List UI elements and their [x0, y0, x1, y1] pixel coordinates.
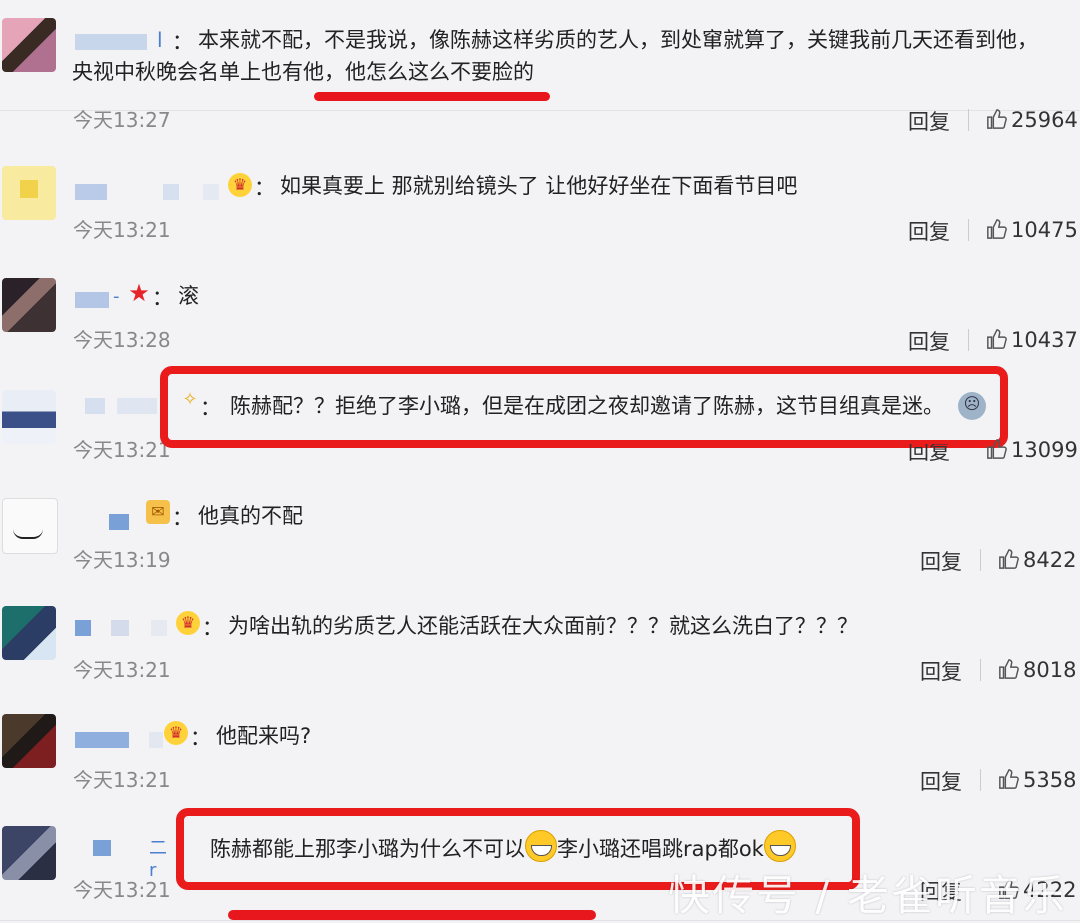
comment-text: 他配来吗?	[216, 724, 312, 748]
avatar[interactable]	[2, 498, 58, 554]
highlight-underline	[314, 92, 550, 101]
crown-badge-icon: ✉	[146, 500, 170, 524]
avatar[interactable]	[2, 390, 56, 444]
comment-time: 今天13:21	[73, 878, 171, 902]
like-button[interactable]: 10437	[986, 328, 1078, 352]
thumbs-up-icon	[987, 329, 1007, 349]
comment-time: 今天13:19	[73, 548, 171, 572]
divider	[968, 109, 969, 131]
avatar[interactable]	[2, 278, 56, 332]
comment-row: ♛ ： 为啥出轨的劣质艺人还能活跃在大众面前？？？就这么洗白了？？？ 今天13:…	[0, 590, 1080, 701]
avatar[interactable]	[2, 714, 56, 768]
username[interactable]	[75, 178, 219, 200]
comment-time: 今天13:21	[73, 768, 171, 792]
like-count: 13099	[1011, 438, 1078, 462]
like-count: 25964	[1011, 108, 1078, 132]
comment-text: 为啥出轨的劣质艺人还能活跃在大众面前？？？就这么洗白了？？？	[228, 614, 858, 638]
like-button[interactable]: 10475	[986, 218, 1078, 242]
avatar[interactable]	[2, 18, 56, 72]
reply-button[interactable]: 回复	[920, 766, 962, 796]
like-button[interactable]: 8422	[998, 548, 1076, 572]
crown-badge-icon: ♛	[228, 173, 252, 197]
colon: ：	[190, 726, 211, 750]
avatar[interactable]	[2, 826, 56, 880]
comment-time: 今天13:28	[73, 328, 171, 352]
reply-button[interactable]: 回复	[908, 216, 950, 246]
star-badge-icon: ★	[128, 279, 150, 307]
divider	[968, 219, 969, 241]
like-count: 5358	[1023, 768, 1077, 792]
username[interactable]: 二r	[75, 834, 167, 881]
thumbs-up-icon	[999, 769, 1019, 789]
thumbs-up-icon	[987, 219, 1007, 239]
thumbs-up-icon	[999, 549, 1019, 569]
comment-time: 今天13:21	[73, 438, 171, 462]
comment-row: ♛ ： 他配来吗? 今天13:21	[0, 700, 1080, 811]
reply-button[interactable]: 回复	[908, 326, 950, 356]
colon: ：	[152, 286, 173, 310]
username[interactable]	[75, 614, 167, 636]
thumbs-up-icon	[987, 109, 1007, 129]
avatar[interactable]	[2, 606, 56, 660]
like-button[interactable]: 5358	[998, 768, 1076, 792]
username[interactable]	[75, 726, 165, 748]
colon: ：	[202, 616, 223, 640]
colon: ：	[254, 176, 275, 200]
reply-button[interactable]: 回复	[908, 106, 950, 136]
crown-badge-icon: ♛	[176, 611, 200, 635]
crown-badge-icon: ♛	[164, 721, 188, 745]
comment-text: 本来就不配，不是我说，像陈赫这样劣质的艺人，到处窜就算了，关键我前几天还看到他，…	[72, 28, 1038, 84]
divider	[980, 659, 981, 681]
highlight-box	[160, 366, 1008, 448]
colon: ：	[172, 506, 193, 530]
like-count: 10475	[1011, 218, 1078, 242]
divider	[968, 329, 969, 351]
like-button[interactable]: 25964	[986, 108, 1078, 132]
comment-row: ✉ ： 他真的不配 今天13:19	[0, 480, 1080, 591]
comment-time: 今天13:27	[73, 108, 171, 132]
thumbs-up-icon	[999, 659, 1019, 679]
like-button[interactable]: 13099	[986, 438, 1078, 462]
highlight-underline	[228, 910, 596, 920]
comment-text: 滚	[178, 284, 199, 308]
like-count: 10437	[1011, 328, 1078, 352]
divider	[980, 769, 981, 791]
thumbs-up-icon	[987, 439, 1007, 459]
comment-text: 他真的不配	[198, 504, 303, 528]
reply-button[interactable]: 回复	[920, 546, 962, 576]
like-count: 8422	[1023, 548, 1077, 572]
comment-time: 今天13:21	[73, 218, 171, 242]
username[interactable]	[75, 392, 165, 414]
like-count: 8018	[1023, 658, 1077, 682]
like-button[interactable]: 8018	[998, 658, 1076, 682]
watermark: 快传号 / 老雀听音乐	[668, 871, 1067, 920]
comment-time: 今天13:21	[73, 658, 171, 682]
reply-button[interactable]: 回复	[920, 656, 962, 686]
comment-text: 如果真要上 那就别给镜头了 让他好好坐在下面看节目吧	[280, 174, 798, 198]
avatar[interactable]	[2, 166, 56, 220]
divider	[980, 549, 981, 571]
